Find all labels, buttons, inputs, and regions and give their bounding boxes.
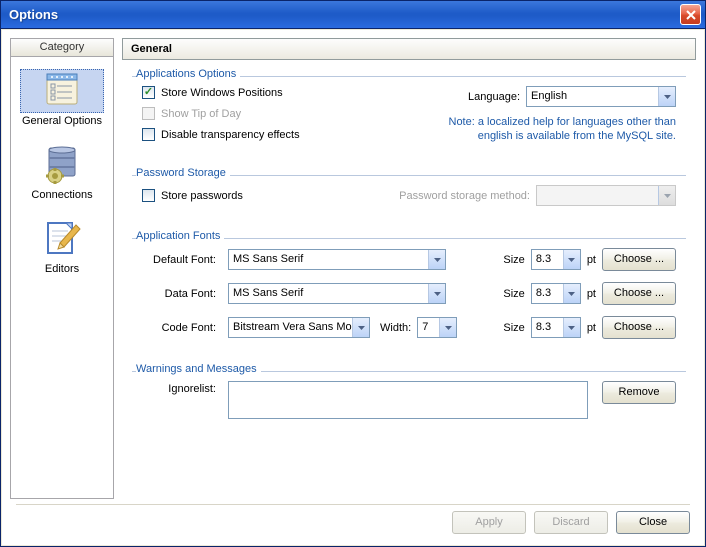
- dropdown-value: 7: [418, 318, 439, 337]
- language-note: Note: a localized help for languages oth…: [416, 115, 676, 143]
- chevron-down-icon: [428, 250, 445, 269]
- chevron-down-icon: [428, 284, 445, 303]
- main-panel: General Applications Options Store Windo…: [122, 38, 696, 499]
- pt-label: pt: [587, 322, 596, 334]
- choose-default-font-button[interactable]: Choose ...: [602, 248, 676, 271]
- code-font-size-dropdown[interactable]: 8.3: [531, 317, 581, 338]
- checkbox-label: Disable transparency effects: [161, 129, 300, 141]
- window-close-button[interactable]: [680, 4, 701, 25]
- notepad-icon: [42, 72, 82, 111]
- chevron-down-icon: [658, 186, 675, 205]
- default-font-dropdown[interactable]: MS Sans Serif: [228, 249, 446, 270]
- dropdown-value: Bitstream Vera Sans Mono: [229, 318, 352, 337]
- close-button[interactable]: Close: [616, 511, 690, 534]
- dropdown-value: 8.3: [532, 284, 563, 303]
- language-dropdown[interactable]: English: [526, 86, 676, 107]
- size-label: Size: [503, 254, 524, 266]
- group-legend: Applications Options: [136, 68, 240, 80]
- sidebar-item-label: General Options: [22, 115, 102, 127]
- category-sidebar: Category: [10, 38, 114, 499]
- dropdown-value: [537, 186, 658, 205]
- group-legend: Password Storage: [136, 167, 230, 179]
- checkbox-show-tip-of-day: Show Tip of Day: [142, 107, 300, 120]
- group-legend: Warnings and Messages: [136, 363, 261, 375]
- remove-button[interactable]: Remove: [602, 381, 676, 404]
- main-header: General: [122, 38, 696, 60]
- chevron-down-icon: [563, 284, 580, 303]
- checkbox-store-windows-positions[interactable]: Store Windows Positions: [142, 86, 300, 99]
- dropdown-value: English: [527, 87, 658, 106]
- data-font-dropdown[interactable]: MS Sans Serif: [228, 283, 446, 304]
- checkbox-disable-transparency[interactable]: Disable transparency effects: [142, 128, 300, 141]
- sidebar-item-editors[interactable]: Editors: [11, 211, 113, 285]
- client-area: Category: [2, 30, 704, 545]
- sidebar-header: Category: [11, 39, 113, 57]
- group-warnings-messages: Warnings and Messages Ignorelist: Remove: [132, 365, 686, 429]
- checkbox-box-icon: [142, 189, 155, 202]
- database-icon: [41, 144, 83, 187]
- sidebar-item-general-options[interactable]: General Options: [11, 63, 113, 137]
- ignorelist-label: Ignorelist:: [142, 381, 222, 395]
- data-font-size-dropdown[interactable]: 8.3: [531, 283, 581, 304]
- width-label: Width:: [380, 322, 411, 334]
- sidebar-item-label: Editors: [45, 263, 79, 275]
- default-font-size-dropdown[interactable]: 8.3: [531, 249, 581, 270]
- password-method-dropdown: [536, 185, 676, 206]
- data-font-label: Data Font:: [142, 288, 222, 300]
- dropdown-value: MS Sans Serif: [229, 250, 428, 269]
- pt-label: pt: [587, 288, 596, 300]
- editor-icon: [42, 219, 82, 260]
- password-method-label: Password storage method:: [399, 190, 530, 202]
- sidebar-item-label: Connections: [31, 189, 92, 201]
- choose-data-font-button[interactable]: Choose ...: [602, 282, 676, 305]
- default-font-label: Default Font:: [142, 254, 222, 266]
- bottom-button-bar: Apply Discard Close: [2, 499, 704, 545]
- chevron-down-icon: [658, 87, 675, 106]
- checkbox-label: Store Windows Positions: [161, 87, 283, 99]
- checkbox-label: Store passwords: [161, 190, 243, 202]
- group-legend: Application Fonts: [136, 230, 224, 242]
- dropdown-value: 8.3: [532, 318, 563, 337]
- checkbox-box-icon: [142, 86, 155, 99]
- window-title: Options: [9, 7, 680, 22]
- choose-code-font-button[interactable]: Choose ...: [602, 316, 676, 339]
- checkbox-store-passwords[interactable]: Store passwords: [142, 189, 243, 202]
- options-window: Options Category: [0, 0, 706, 547]
- chevron-down-icon: [563, 250, 580, 269]
- checkbox-label: Show Tip of Day: [161, 108, 241, 120]
- checkbox-box-icon: [142, 107, 155, 120]
- size-label: Size: [503, 322, 524, 334]
- discard-button: Discard: [534, 511, 608, 534]
- checkbox-box-icon: [142, 128, 155, 141]
- titlebar: Options: [1, 1, 705, 29]
- ignorelist-textarea[interactable]: [228, 381, 588, 419]
- group-password-storage: Password Storage Store passwords Passwor…: [132, 169, 686, 216]
- group-applications-options: Applications Options Store Windows Posit…: [132, 70, 686, 153]
- code-font-dropdown[interactable]: Bitstream Vera Sans Mono: [228, 317, 370, 338]
- language-label: Language:: [468, 91, 520, 103]
- dropdown-value: MS Sans Serif: [229, 284, 428, 303]
- chevron-down-icon: [439, 318, 456, 337]
- sidebar-item-connections[interactable]: Connections: [11, 137, 113, 211]
- code-font-width-dropdown[interactable]: 7: [417, 317, 457, 338]
- code-font-label: Code Font:: [142, 322, 222, 334]
- size-label: Size: [503, 288, 524, 300]
- chevron-down-icon: [563, 318, 580, 337]
- apply-button: Apply: [452, 511, 526, 534]
- chevron-down-icon: [352, 318, 369, 337]
- group-application-fonts: Application Fonts Default Font: MS Sans …: [132, 232, 686, 349]
- pt-label: pt: [587, 254, 596, 266]
- dropdown-value: 8.3: [532, 250, 563, 269]
